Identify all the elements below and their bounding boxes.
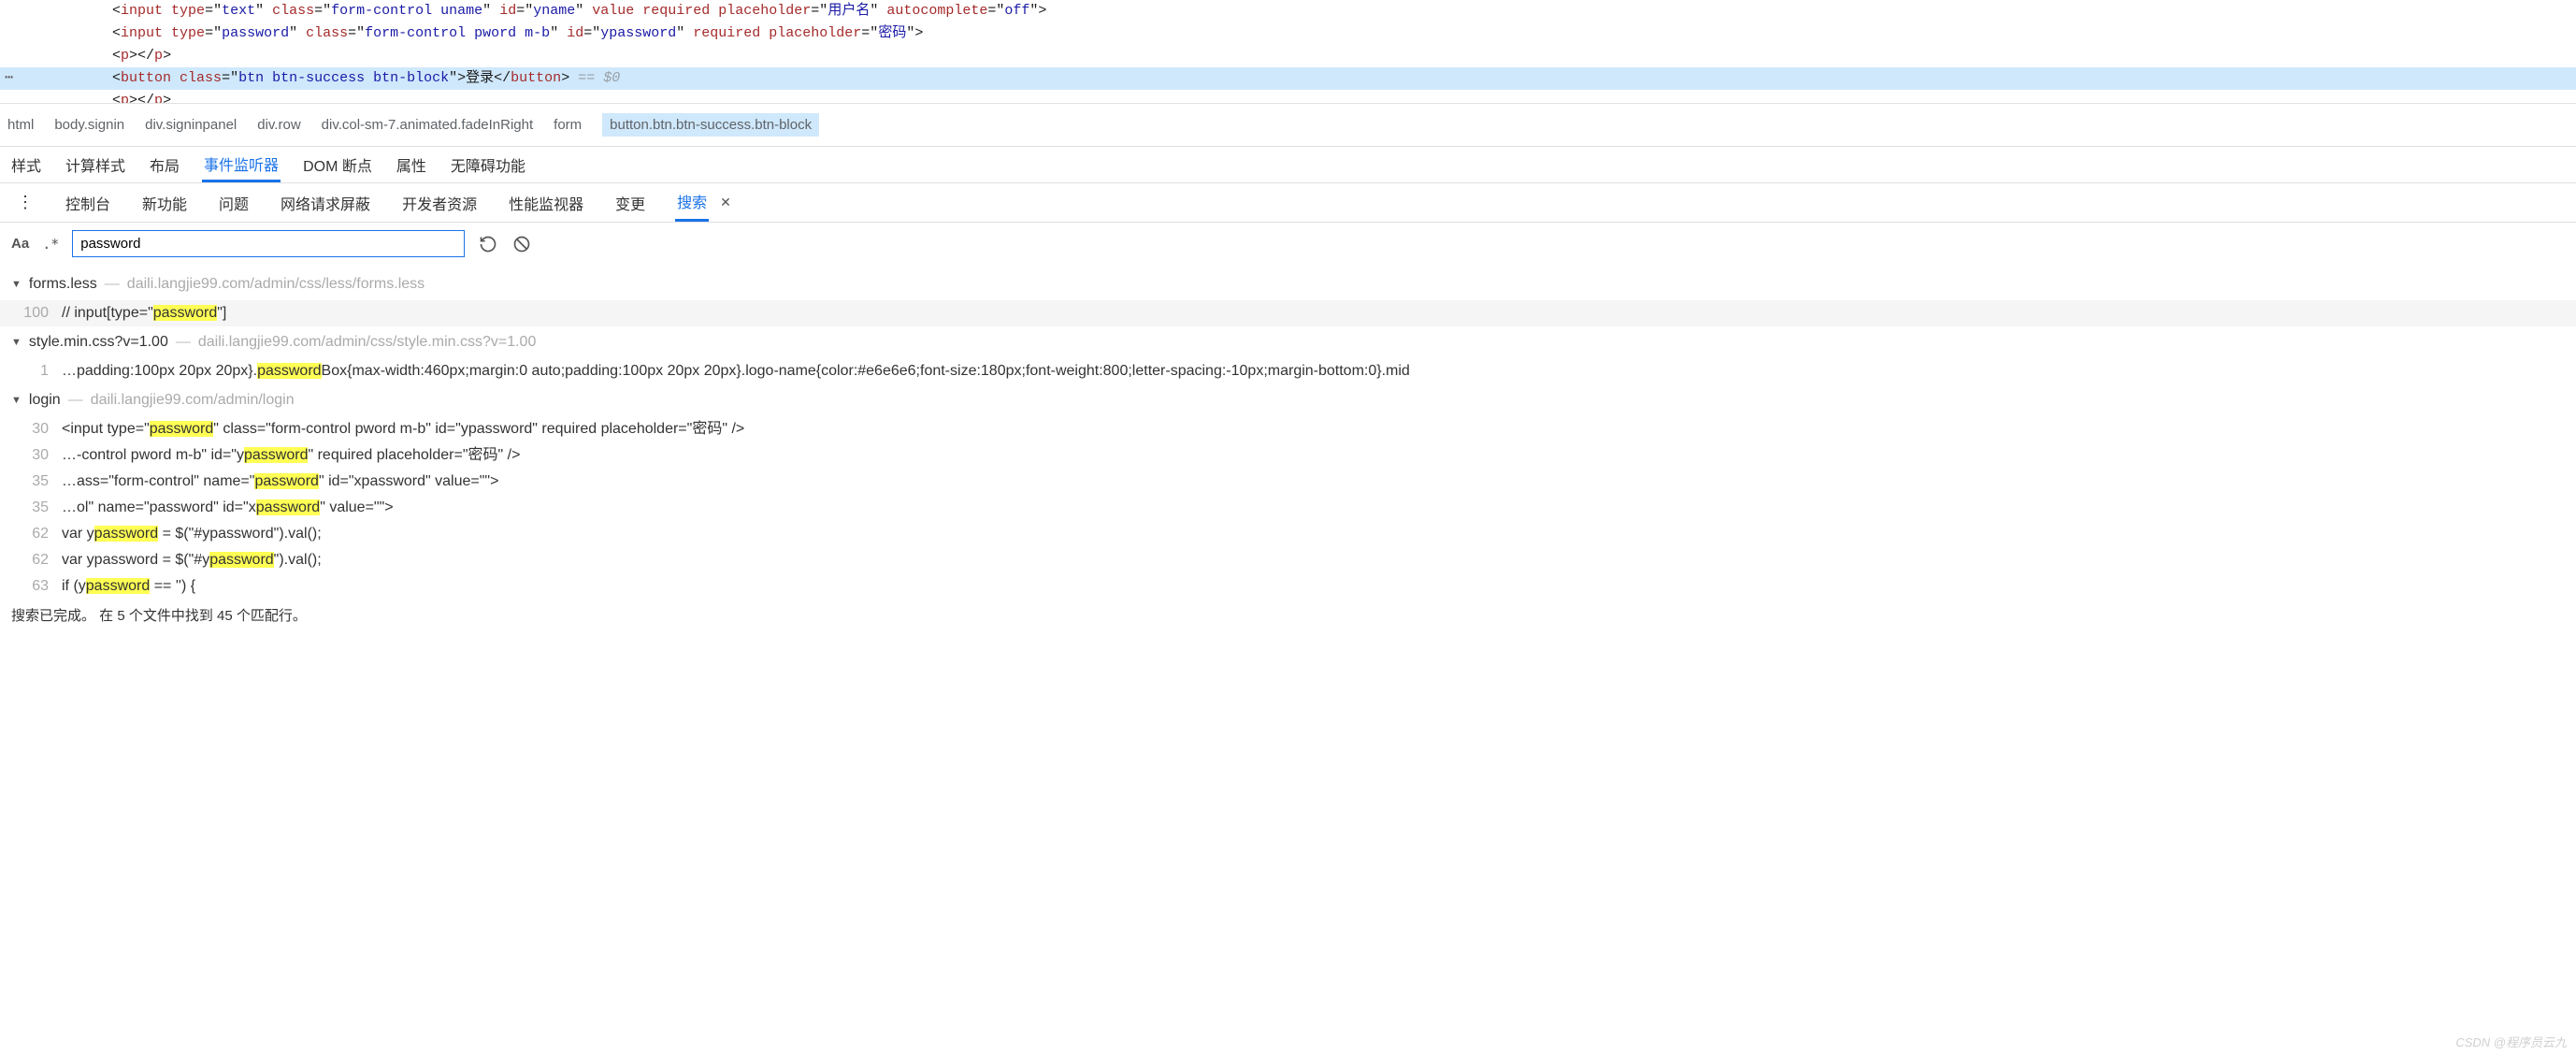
result-file-name: forms.less	[29, 272, 97, 297]
styles-tab[interactable]: DOM 断点	[301, 147, 374, 182]
regex-toggle[interactable]: .*	[42, 236, 59, 253]
search-status: 搜索已完成。 在 5 个文件中找到 45 个匹配行。	[0, 600, 2576, 630]
search-bar: Aa .*	[0, 223, 2576, 268]
line-text: <input type="password" class="form-contr…	[62, 417, 744, 441]
more-tabs-icon[interactable]: ⋮	[17, 193, 36, 212]
line-number: 62	[15, 522, 49, 546]
result-file-header[interactable]: ▼forms.less—daili.langjie99.com/admin/cs…	[0, 268, 2576, 300]
styles-tab[interactable]: 计算样式	[64, 147, 127, 182]
line-number: 63	[15, 574, 49, 599]
breadcrumb-item[interactable]: button.btn.btn-success.btn-block	[602, 113, 819, 137]
line-text: …ass="form-control" name="password" id="…	[62, 470, 498, 494]
drawer-tab[interactable]: 搜索	[675, 183, 709, 222]
result-line[interactable]: 62 var ypassword = $("#ypassword").val();	[0, 547, 2576, 573]
result-line[interactable]: 30 <input type="password" class="form-con…	[0, 416, 2576, 442]
line-text: var ypassword = $("#ypassword").val();	[62, 548, 322, 572]
search-input[interactable]	[72, 230, 465, 257]
result-file-header[interactable]: ▼login—daili.langjie99.com/admin/login	[0, 384, 2576, 416]
line-text: var ypassword = $("#ypassword").val();	[62, 522, 322, 546]
match-case-toggle[interactable]: Aa	[11, 236, 29, 252]
result-line[interactable]: 63 if (ypassword == '') {	[0, 573, 2576, 600]
watermark: CSDN @程序员云九	[2455, 1033, 2567, 1050]
line-number: 62	[15, 548, 49, 572]
dom-tree-row[interactable]: <input type="text" class="form-control u…	[0, 0, 2576, 22]
collapse-icon[interactable]: ▼	[11, 388, 22, 412]
styles-tab[interactable]: 布局	[148, 147, 181, 182]
result-line[interactable]: 62 var ypassword = $("#ypassword").val();	[0, 521, 2576, 547]
result-line[interactable]: 100 // input[type="password"]	[0, 300, 2576, 326]
result-line[interactable]: 1 …padding:100px 20px 20px}.passwordBox{m…	[0, 358, 2576, 384]
line-text: …ol" name="password" id="xpassword" valu…	[62, 496, 394, 520]
line-number: 100	[15, 301, 49, 325]
collapse-icon[interactable]: ▼	[11, 330, 22, 354]
refresh-icon[interactable]	[478, 234, 498, 254]
breadcrumb-item[interactable]: body.signin	[54, 117, 124, 133]
styles-tab[interactable]: 样式	[9, 147, 43, 182]
breadcrumb-item[interactable]: div.signinpanel	[145, 117, 237, 133]
result-file-path: daili.langjie99.com/admin/css/style.min.…	[198, 330, 537, 354]
line-number: 35	[15, 470, 49, 494]
breadcrumb-item[interactable]: form	[554, 117, 582, 133]
drawer-tab[interactable]: 网络请求屏蔽	[279, 183, 372, 222]
result-line[interactable]: 35 …ass="form-control" name="password" id…	[0, 469, 2576, 495]
result-line[interactable]: 30 …-control pword m-b" id="ypassword" re…	[0, 442, 2576, 469]
styles-tab[interactable]: 无障碍功能	[449, 147, 527, 182]
breadcrumb-item[interactable]: div.row	[257, 117, 300, 133]
dom-tree-row[interactable]: <input type="password" class="form-contr…	[0, 22, 2576, 45]
line-number: 35	[15, 496, 49, 520]
dom-tree-row[interactable]: <p></p>	[0, 45, 2576, 67]
search-results: ▼forms.less—daili.langjie99.com/admin/cs…	[0, 268, 2576, 600]
styles-tab[interactable]: 属性	[395, 147, 428, 182]
drawer-tabs: ⋮ 控制台新功能问题网络请求屏蔽开发者资源性能监视器变更搜索 ✕	[0, 183, 2576, 223]
drawer-tab[interactable]: 问题	[217, 183, 251, 222]
dom-tree[interactable]: <input type="text" class="form-control u…	[0, 0, 2576, 103]
expand-node-icon[interactable]: ⋯	[5, 67, 13, 90]
drawer-tab[interactable]: 性能监视器	[507, 183, 585, 222]
line-number: 30	[15, 417, 49, 441]
breadcrumb-item[interactable]: html	[7, 117, 34, 133]
line-text: …-control pword m-b" id="ypassword" requ…	[62, 443, 520, 468]
result-file-header[interactable]: ▼style.min.css?v=1.00—daili.langjie99.co…	[0, 326, 2576, 358]
drawer-tab[interactable]: 控制台	[64, 183, 112, 222]
collapse-icon[interactable]: ▼	[11, 272, 22, 297]
result-file-name: style.min.css?v=1.00	[29, 330, 168, 354]
result-file-name: login	[29, 388, 61, 412]
drawer-tab[interactable]: 变更	[613, 183, 647, 222]
breadcrumb-item[interactable]: div.col-sm-7.animated.fadeInRight	[322, 117, 534, 133]
styles-tab[interactable]: 事件监听器	[202, 147, 281, 182]
line-number: 1	[15, 359, 49, 383]
line-text: …padding:100px 20px 20px}.passwordBox{ma…	[62, 359, 1410, 383]
line-text: if (ypassword == '') {	[62, 574, 195, 599]
line-number: 30	[15, 443, 49, 468]
result-file-path: daili.langjie99.com/admin/css/less/forms…	[127, 272, 425, 297]
result-line[interactable]: 35 …ol" name="password" id="xpassword" va…	[0, 495, 2576, 521]
clear-icon[interactable]	[511, 234, 532, 254]
drawer-tab[interactable]: 开发者资源	[400, 183, 479, 222]
styles-tabs: 样式计算样式布局事件监听器 DOM 断点属性无障碍功能	[0, 146, 2576, 183]
dom-tree-row[interactable]: <p></p>	[0, 90, 2576, 103]
dom-tree-row[interactable]: ⋯<button class="btn btn-success btn-bloc…	[0, 67, 2576, 90]
result-file-path: daili.langjie99.com/admin/login	[91, 388, 295, 412]
close-tab-icon[interactable]: ✕	[720, 195, 731, 210]
drawer-tab[interactable]: 新功能	[140, 183, 189, 222]
breadcrumb: html body.signin div.signinpanel div.row div…	[0, 103, 2576, 146]
line-text: // input[type="password"]	[62, 301, 226, 325]
